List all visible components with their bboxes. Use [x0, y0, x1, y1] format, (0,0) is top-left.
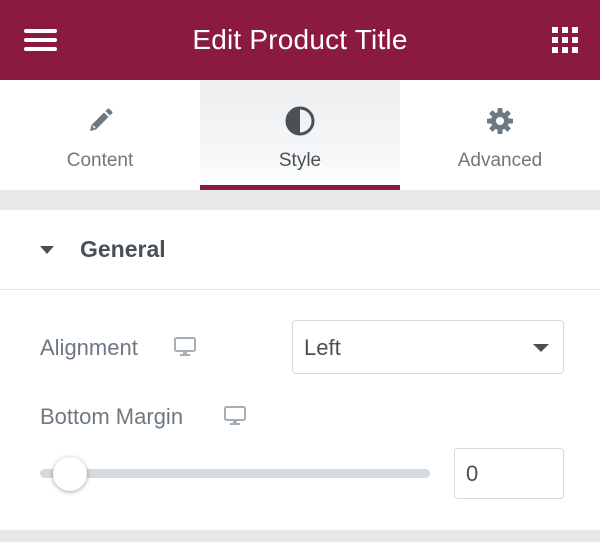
bottom-gap: [0, 530, 600, 542]
alignment-select[interactable]: Left: [292, 320, 564, 374]
tab-content-label: Content: [66, 150, 134, 171]
tab-advanced-label: Advanced: [457, 150, 543, 171]
general-section: General Alignment Left Bottom Margin: [0, 210, 600, 530]
dropdown-arrow-icon: [533, 344, 549, 352]
section-toggle[interactable]: General: [0, 210, 600, 290]
caret-down-icon: [40, 245, 54, 254]
gear-icon: [485, 106, 515, 136]
alignment-label: Alignment: [40, 335, 138, 360]
desktop-monitor-icon[interactable]: [174, 337, 196, 357]
tab-style[interactable]: Style: [200, 80, 400, 190]
desktop-monitor-icon[interactable]: [224, 406, 246, 426]
bottom-margin-label: Bottom Margin: [40, 404, 184, 429]
pencil-icon: [85, 106, 115, 136]
section-title: General: [80, 236, 166, 262]
tab-advanced[interactable]: Advanced: [400, 80, 600, 190]
panel-header: Edit Product Title: [0, 0, 600, 80]
grid-apps-icon[interactable]: [552, 27, 578, 53]
tab-style-label: Style: [278, 150, 322, 171]
hamburger-menu-icon[interactable]: [24, 29, 57, 51]
panel-title: Edit Product Title: [192, 24, 408, 55]
editor-tabs: Content Style Advanced: [0, 80, 600, 190]
bottom-margin-input[interactable]: [454, 448, 564, 499]
half-circle-contrast-icon: [285, 106, 315, 136]
bottom-margin-slider-handle[interactable]: [53, 457, 87, 491]
bottom-margin-slider-track[interactable]: [40, 469, 430, 478]
section-gap: [0, 190, 600, 210]
alignment-selected-value: Left: [304, 335, 341, 360]
tab-content[interactable]: Content: [0, 80, 200, 190]
